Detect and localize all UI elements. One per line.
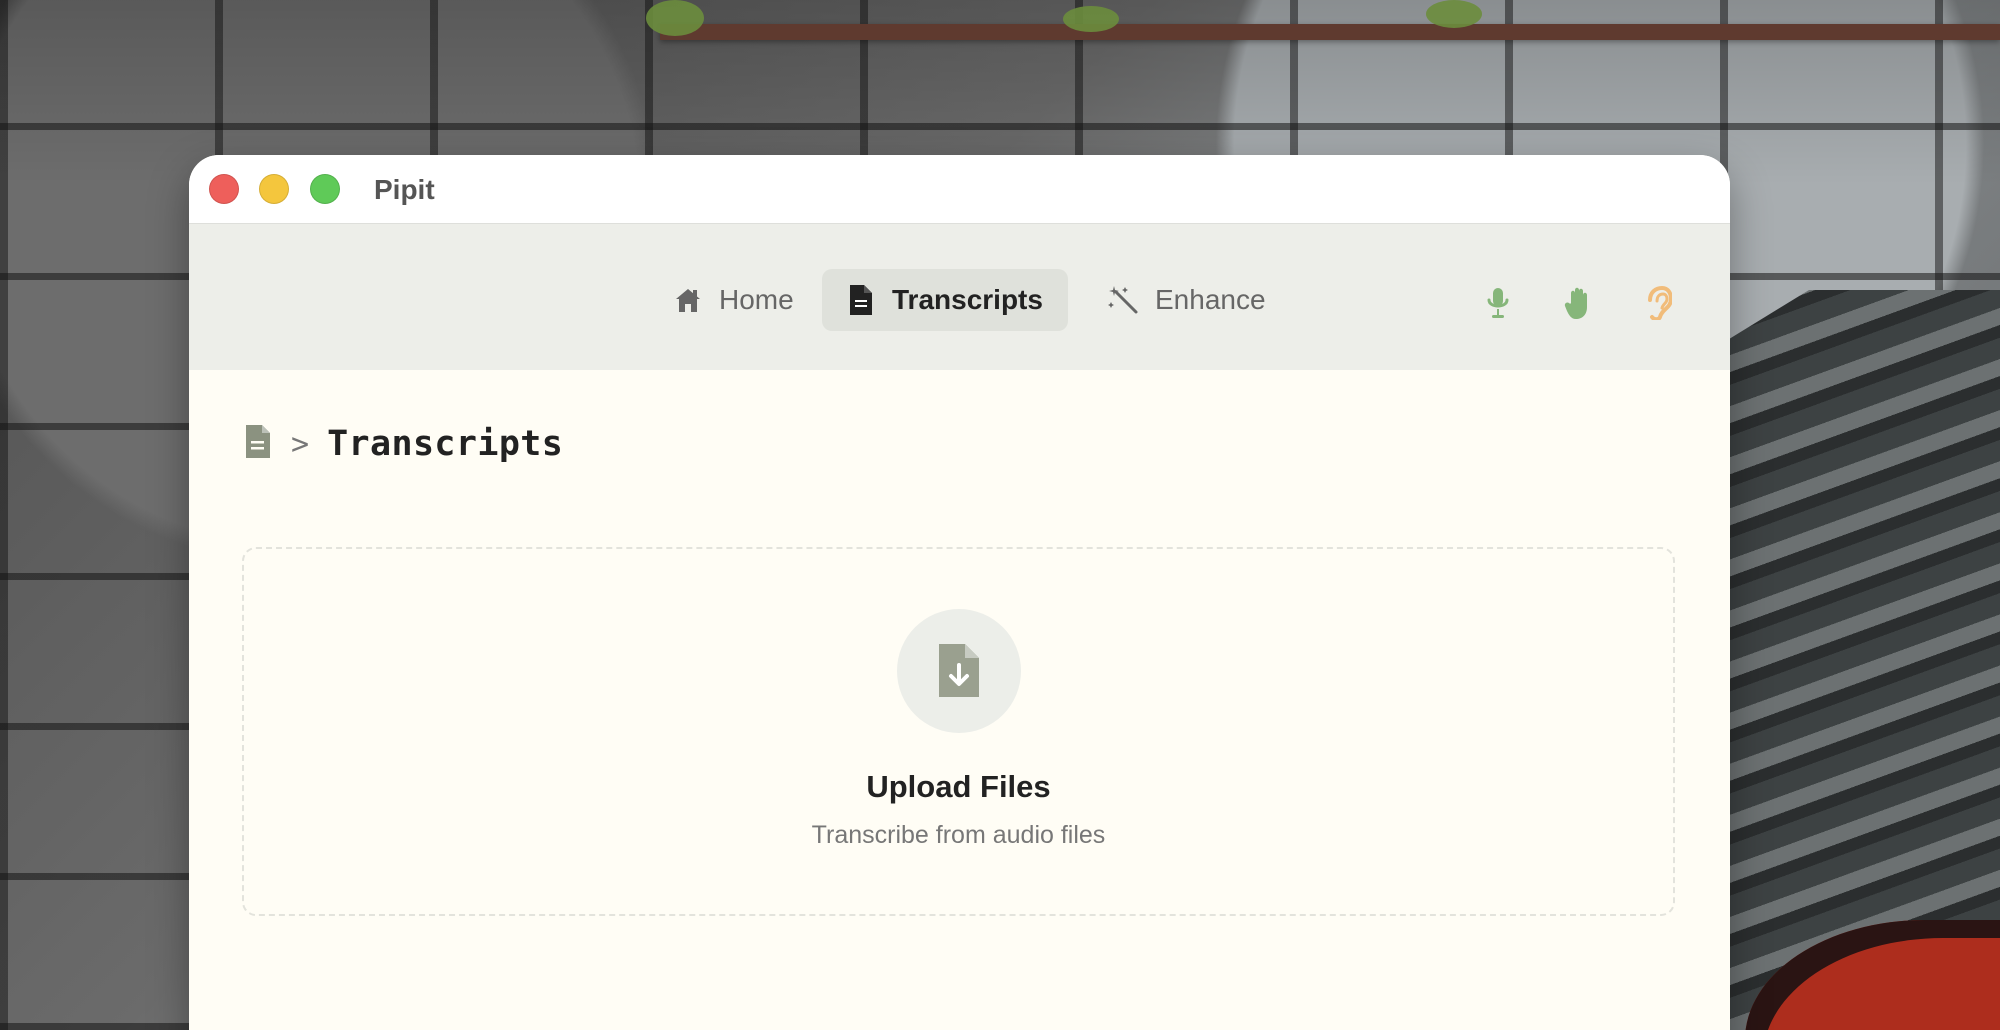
title-bar[interactable]: Pipit <box>189 155 1730 224</box>
maximize-window-button[interactable] <box>310 174 340 204</box>
tab-home[interactable]: Home <box>649 269 799 331</box>
ear-icon[interactable] <box>1640 286 1674 320</box>
tab-label-home: Home <box>719 284 794 315</box>
upload-title: Upload Files <box>866 769 1051 804</box>
tab-label-transcripts: Transcripts <box>892 284 1043 315</box>
desktop-background: Pipit Home Transcripts Enhance > Transcr… <box>0 0 2000 1030</box>
tab-enhance[interactable]: Enhance <box>1085 269 1273 331</box>
app-window: Pipit Home Transcripts Enhance > Transcr… <box>189 155 1730 1030</box>
file-download-icon <box>939 644 979 697</box>
upload-dropzone[interactable]: Upload Files Transcribe from audio files <box>242 547 1675 916</box>
tab-label-enhance: Enhance <box>1155 284 1266 315</box>
breadcrumb: > Transcripts <box>244 422 563 466</box>
breadcrumb-separator: > <box>291 426 310 462</box>
tab-transcripts[interactable]: Transcripts <box>822 269 1068 331</box>
magic-wand-icon <box>1107 283 1141 317</box>
roof-strip <box>660 24 2000 40</box>
top-toolbar: Home Transcripts Enhance <box>189 224 1730 370</box>
breadcrumb-document-icon <box>244 424 272 464</box>
close-window-button[interactable] <box>209 174 239 204</box>
minimize-window-button[interactable] <box>259 174 289 204</box>
main-content: > Transcripts Upload Files Transcribe fr… <box>189 370 1730 1030</box>
moss-patch <box>1063 6 1119 32</box>
upload-icon-container <box>897 609 1021 733</box>
app-title: Pipit <box>374 174 435 205</box>
moss-patch <box>646 0 704 36</box>
stone-arch <box>1710 290 2000 1030</box>
hand-icon[interactable] <box>1561 286 1595 320</box>
document-icon <box>844 283 878 317</box>
moss-patch <box>1426 0 1482 28</box>
page-title: Transcripts <box>327 424 564 464</box>
home-icon <box>671 283 705 317</box>
upload-subtitle: Transcribe from audio files <box>811 821 1106 849</box>
microphone-icon[interactable] <box>1481 286 1515 320</box>
